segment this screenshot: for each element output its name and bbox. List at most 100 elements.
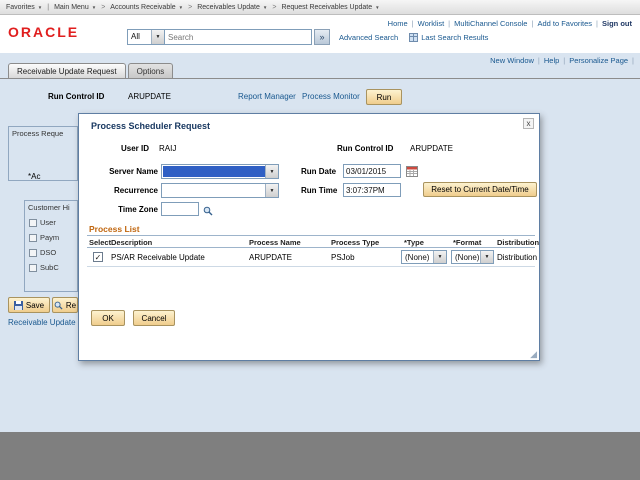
checkbox-label: SubC	[40, 263, 59, 272]
process-request-group-label: Process Reque	[12, 129, 64, 138]
resize-handle-icon[interactable]: ◢	[530, 349, 537, 360]
help-link[interactable]: Help	[544, 56, 559, 65]
app-header: ORACLE All ▼ » Advanced Search Last Sear…	[0, 15, 640, 53]
row-select-checkbox[interactable]: ✓	[93, 252, 103, 262]
run-button[interactable]: Run	[366, 89, 402, 105]
time-zone-input[interactable]	[161, 202, 199, 216]
user-id-value: RAIJ	[159, 144, 177, 153]
subcustomer-checkbox[interactable]	[29, 263, 37, 272]
process-request-groupbox: Process Reque	[8, 126, 78, 181]
process-monitor-link[interactable]: Process Monitor	[302, 92, 360, 101]
page-links-separator: |	[537, 56, 540, 65]
lookup-icon[interactable]	[203, 203, 213, 221]
col-process-type: Process Type	[331, 238, 380, 247]
close-icon[interactable]: x	[523, 118, 534, 129]
sign-out-link[interactable]: Sign out	[602, 19, 632, 28]
checkbox-row: SubC	[29, 263, 77, 272]
run-date-label: Run Date	[301, 167, 337, 176]
dso-checkbox[interactable]	[29, 248, 37, 257]
search-go-button[interactable]: »	[314, 29, 330, 45]
breadcrumb-item-receivables-update[interactable]: Receivables Update ▼	[197, 4, 267, 11]
recurrence-select[interactable]: ▼	[161, 183, 279, 198]
calendar-icon[interactable]	[406, 164, 418, 182]
return-to-search-icon	[54, 301, 63, 310]
return-to-search-button[interactable]: Re	[52, 297, 78, 313]
modal-run-control-id-label: Run Control ID	[337, 144, 394, 153]
breadcrumb-item-favorites[interactable]: Favorites ▼	[6, 4, 42, 11]
personalize-page-link[interactable]: Personalize Page	[569, 56, 628, 65]
run-time-input[interactable]	[343, 183, 401, 197]
payment-history-checkbox[interactable]	[29, 233, 37, 242]
breadcrumb-item-accounts-receivable[interactable]: Accounts Receivable ▼	[110, 4, 183, 11]
cancel-button[interactable]: Cancel	[133, 310, 175, 326]
tab-options[interactable]: Options	[127, 63, 174, 78]
new-window-link[interactable]: New Window	[490, 56, 534, 65]
user-id-label: User ID	[121, 144, 150, 153]
screen: Favorites ▼ | Main Menu ▼ > Accounts Rec…	[0, 0, 640, 480]
reset-date-time-button[interactable]: Reset to Current Date/Time	[423, 182, 537, 197]
search-input[interactable]	[165, 29, 312, 45]
advanced-search-link[interactable]: Advanced Search	[339, 33, 398, 42]
save-icon	[13, 300, 23, 310]
checkbox-label: User	[40, 218, 56, 227]
breadcrumb-label: Favorites	[6, 3, 35, 11]
breadcrumb-item-request-receivables-update[interactable]: Request Receivables Update ▼	[281, 4, 379, 11]
report-manager-link[interactable]: Report Manager	[238, 92, 296, 101]
last-search-results-link[interactable]: Last Search Results	[409, 32, 489, 42]
output-type-value: (None)	[405, 253, 430, 262]
distribution-link[interactable]: Distribution	[497, 253, 537, 262]
save-button[interactable]: Save	[8, 297, 50, 313]
process-list-title: Process List	[89, 224, 140, 234]
chevron-down-icon: ▼	[178, 4, 184, 10]
chevron-down-icon: ▼	[91, 4, 97, 10]
chevron-down-icon: ▼	[375, 4, 380, 10]
modal-run-control-id-value: ARUPDATE	[410, 144, 453, 153]
accounting-date-label: *Ac	[28, 172, 41, 181]
nav-link-multichannel-console[interactable]: MultiChannel Console	[454, 19, 527, 28]
customer-history-groupbox: Customer Hi User Paym DSO SubC	[24, 200, 78, 292]
breadcrumb-label: Accounts Receivable	[110, 3, 176, 11]
tab-bar: Receivable Update Request Options	[8, 63, 174, 78]
process-scheduler-request-dialog: Process Scheduler Request x User ID RAIJ…	[78, 113, 540, 361]
output-type-select[interactable]: (None) ▼	[401, 250, 447, 264]
chevron-down-icon: ▼	[37, 4, 43, 10]
checkbox-row: Paym	[29, 233, 77, 242]
server-name-select[interactable]: ▼	[161, 164, 279, 179]
receivable-update-request-link[interactable]: Receivable Update R	[8, 318, 84, 327]
process-type-value: PSJob	[331, 253, 355, 262]
page-links: New Window | Help | Personalize Page |	[490, 56, 634, 65]
recurrence-label: Recurrence	[113, 186, 158, 195]
output-format-value: (None)	[455, 253, 480, 262]
breadcrumb-separator: |	[47, 3, 50, 11]
output-format-select[interactable]: (None) ▼	[451, 250, 494, 264]
user-history-checkbox[interactable]	[29, 218, 37, 227]
checkbox-row: User	[29, 218, 77, 227]
last-search-results-label: Last Search Results	[421, 32, 489, 42]
top-nav: Home | Worklist | MultiChannel Console |…	[388, 19, 632, 28]
breadcrumb-item-main-menu[interactable]: Main Menu ▼	[54, 4, 96, 11]
process-list-grid: Select Description Process Name Process …	[87, 235, 539, 267]
chevron-down-icon: ▼	[265, 165, 278, 178]
tab-receivable-update-request[interactable]: Receivable Update Request	[8, 63, 126, 78]
chevron-down-icon: ▼	[151, 30, 164, 44]
customer-history-group-label: Customer Hi	[28, 203, 70, 212]
return-label: Re	[65, 300, 77, 310]
nav-link-home[interactable]: Home	[388, 19, 408, 28]
breadcrumb-label: Main Menu	[54, 3, 89, 11]
nav-separator: |	[411, 19, 414, 28]
recurrence-value	[162, 184, 265, 197]
nav-link-add-to-favorites[interactable]: Add to Favorites	[537, 19, 592, 28]
run-control-id-label: Run Control ID	[48, 92, 105, 101]
breadcrumb-separator: >	[188, 3, 193, 11]
page-links-separator: |	[632, 56, 634, 65]
chevron-down-icon: ▼	[433, 251, 446, 263]
save-label: Save	[25, 300, 45, 310]
breadcrumb-separator: >	[272, 3, 277, 11]
process-description-link[interactable]: PS/AR Receivable Update	[111, 253, 205, 262]
run-date-input[interactable]	[343, 164, 401, 178]
search-scope-select[interactable]: All ▼	[127, 29, 165, 45]
breadcrumb: Favorites ▼ | Main Menu ▼ > Accounts Rec…	[0, 0, 640, 15]
run-control-id-value: ARUPDATE	[128, 92, 171, 101]
ok-button[interactable]: OK	[91, 310, 125, 326]
nav-link-worklist[interactable]: Worklist	[418, 19, 445, 28]
